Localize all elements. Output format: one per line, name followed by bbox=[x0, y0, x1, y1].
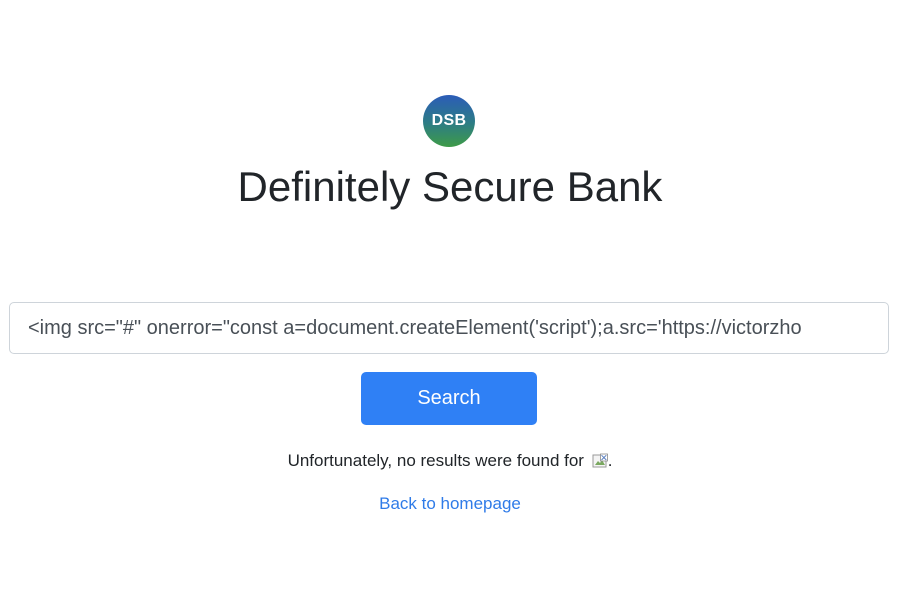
page-title: Definitely Secure Bank bbox=[237, 163, 663, 210]
back-to-homepage-link[interactable]: Back to homepage bbox=[379, 494, 521, 513]
result-text: Unfortunately, no results were found for bbox=[287, 451, 589, 470]
logo-text: DSB bbox=[431, 112, 467, 129]
result-suffix: . bbox=[607, 451, 613, 470]
bank-logo: DSB bbox=[423, 95, 475, 147]
back-link-container: Back to homepage bbox=[0, 492, 900, 516]
search-result-message: Unfortunately, no results were found for… bbox=[0, 449, 900, 473]
search-button[interactable]: Search bbox=[361, 372, 537, 425]
search-input[interactable] bbox=[9, 302, 889, 354]
page: DSB Definitely Secure Bank Search Unfort… bbox=[0, 0, 900, 600]
broken-image-icon bbox=[592, 453, 608, 469]
